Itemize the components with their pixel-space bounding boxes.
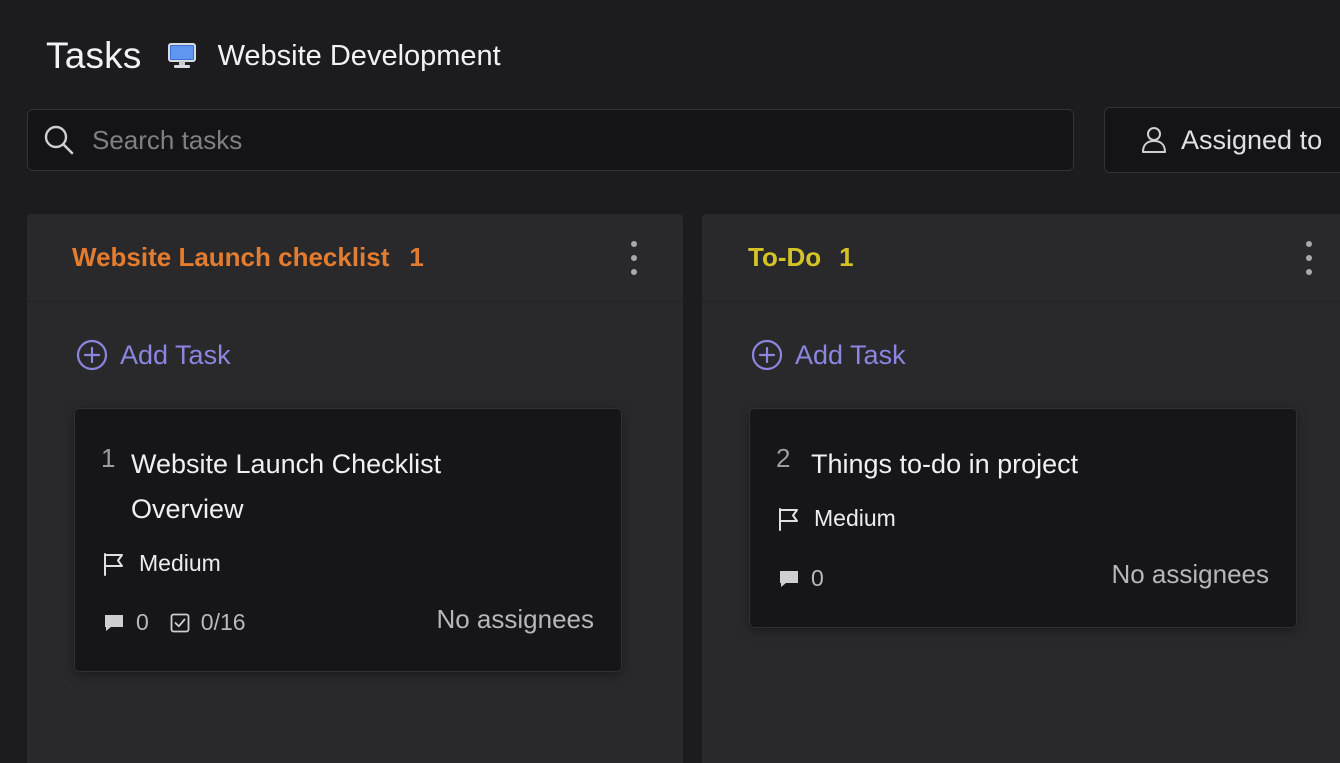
plus-circle-icon	[75, 338, 109, 372]
page-title: Tasks	[46, 35, 142, 76]
search-icon	[42, 123, 76, 157]
assigned-to-label: Assigned to	[1181, 124, 1323, 155]
column-header: To-Do 1	[702, 214, 1340, 302]
priority-label: Medium	[814, 505, 896, 531]
page-header: Tasks Website Development	[46, 34, 501, 78]
task-title[interactable]: Website Launch Checklist Overview	[131, 442, 551, 532]
task-number: 2	[776, 443, 791, 473]
add-task-button[interactable]: Add Task	[750, 338, 906, 372]
project-name[interactable]: Website Development	[218, 40, 501, 73]
add-task-label: Add Task	[120, 339, 231, 370]
task-number: 1	[101, 443, 116, 473]
task-card[interactable]: 2 Things to-do in project Medium 0 No as…	[749, 408, 1297, 628]
column-more-options-icon[interactable]	[1301, 238, 1317, 278]
column-title: To-Do	[748, 242, 822, 272]
comment-icon	[777, 567, 801, 591]
search-input[interactable]	[92, 110, 1073, 170]
task-meta: 0	[777, 565, 824, 592]
column-to-do: To-Do 1 Add Task 2 Things to-do in proje…	[702, 214, 1340, 763]
comment-icon	[102, 611, 126, 635]
flag-icon	[777, 506, 801, 532]
add-task-label: Add Task	[795, 339, 906, 370]
computer-icon	[166, 40, 198, 72]
task-assignees[interactable]: No assignees	[1111, 559, 1269, 590]
column-task-count: 1	[839, 242, 854, 272]
tasks-board-page: Tasks Website Development Ass	[0, 0, 1340, 763]
flag-icon	[102, 551, 126, 577]
checklist-icon	[169, 612, 191, 634]
assigned-to-filter-button[interactable]: Assigned to	[1104, 107, 1340, 173]
user-icon	[1139, 125, 1169, 155]
column-title: Website Launch checklist	[72, 242, 390, 272]
task-priority[interactable]: Medium	[777, 505, 896, 532]
comment-count: 0	[136, 609, 149, 635]
task-priority[interactable]: Medium	[102, 550, 221, 577]
plus-circle-icon	[750, 338, 784, 372]
task-title[interactable]: Things to-do in project	[811, 442, 1078, 487]
column-more-options-icon[interactable]	[626, 238, 642, 278]
task-card[interactable]: 1 Website Launch Checklist Overview Medi…	[74, 408, 622, 672]
checklist-progress: 0/16	[200, 609, 246, 635]
column-header: Website Launch checklist 1	[27, 214, 683, 302]
comment-count: 0	[811, 565, 824, 591]
add-task-button[interactable]: Add Task	[75, 338, 231, 372]
column-website-launch-checklist: Website Launch checklist 1 Add Task 1 We…	[27, 214, 683, 763]
priority-label: Medium	[139, 550, 221, 576]
column-task-count: 1	[409, 242, 424, 272]
task-meta: 0 0/16	[102, 609, 246, 636]
search-bar[interactable]	[27, 109, 1074, 171]
task-assignees[interactable]: No assignees	[436, 604, 594, 635]
